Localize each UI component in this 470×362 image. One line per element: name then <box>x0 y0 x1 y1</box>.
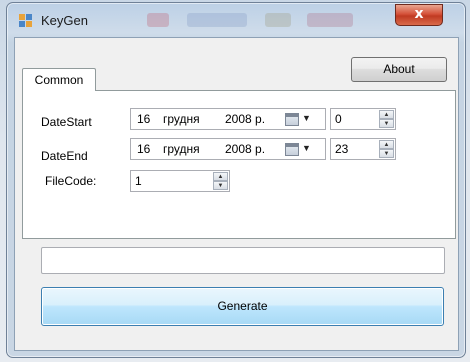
date-start-label: DateStart <box>41 115 92 129</box>
date-end-label: DateEnd <box>41 149 88 163</box>
date-end-year: 2008 р. <box>225 142 266 156</box>
calendar-icon[interactable] <box>285 143 299 156</box>
calendar-icon[interactable] <box>285 113 299 126</box>
background-blur <box>265 13 291 27</box>
window-frame: KeyGen x About Common DateStart 16 грудн… <box>6 2 466 358</box>
output-key-field[interactable] <box>41 247 445 274</box>
spin-down-icon[interactable]: ▼ <box>379 119 394 128</box>
date-end-hour-value: 23 <box>335 142 349 156</box>
generate-button[interactable]: Generate <box>41 287 444 326</box>
spin-down-icon[interactable]: ▼ <box>379 149 394 158</box>
date-end-picker[interactable]: 16 грудня 2008 р. ▼ <box>130 138 326 160</box>
close-button[interactable]: x <box>395 4 443 26</box>
date-start-year: 2008 р. <box>225 112 266 126</box>
background-blur <box>147 13 169 27</box>
date-start-day: 16 <box>137 112 151 126</box>
window-title: KeyGen <box>41 13 88 28</box>
date-start-month: грудня <box>163 112 200 126</box>
date-end-month: грудня <box>163 142 200 156</box>
spin-up-icon[interactable]: ▲ <box>213 172 228 181</box>
spin-down-icon[interactable]: ▼ <box>213 181 228 190</box>
date-end-hour-stepper[interactable]: 23 ▲ ▼ <box>330 138 396 160</box>
tab-panel-common: DateStart 16 грудня 2008 р. ▼ 0 ▲ ▼ Date… <box>22 90 456 239</box>
tab-common[interactable]: Common <box>22 68 96 91</box>
spin-up-icon[interactable]: ▲ <box>379 140 394 149</box>
chevron-down-icon[interactable]: ▼ <box>302 143 311 153</box>
app-icon <box>19 14 33 27</box>
client-area: About Common DateStart 16 грудня 2008 р.… <box>14 37 459 351</box>
chevron-down-icon[interactable]: ▼ <box>302 113 311 123</box>
file-code-value: 1 <box>135 174 142 188</box>
about-button[interactable]: About <box>351 57 447 82</box>
spin-up-icon[interactable]: ▲ <box>379 110 394 119</box>
date-start-hour-stepper[interactable]: 0 ▲ ▼ <box>330 108 396 130</box>
file-code-label: FileCode: <box>45 174 97 188</box>
file-code-stepper[interactable]: 1 ▲ ▼ <box>130 170 230 192</box>
title-bar[interactable]: KeyGen x <box>7 3 465 37</box>
date-end-day: 16 <box>137 142 151 156</box>
date-start-picker[interactable]: 16 грудня 2008 р. ▼ <box>130 108 326 130</box>
background-blur <box>187 13 247 27</box>
background-blur <box>307 13 353 27</box>
date-start-hour-value: 0 <box>335 112 342 126</box>
